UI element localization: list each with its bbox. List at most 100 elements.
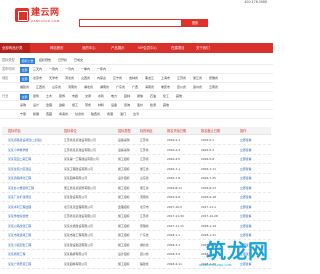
nav-products[interactable]: 产品展示 — [111, 43, 125, 53]
filter-option[interactable]: 劳务 — [85, 101, 91, 110]
filter-option[interactable]: 市政 — [72, 92, 78, 101]
filter-option[interactable]: 采购 — [20, 101, 26, 110]
filter-option[interactable]: 水利 — [98, 92, 104, 101]
project-link[interactable]: 某某厂房扩建项目 — [8, 193, 62, 202]
filter-option[interactable]: 一月内 — [65, 65, 74, 74]
filter-option[interactable]: 广东省 — [116, 83, 125, 92]
filter-option[interactable]: 监理 — [46, 101, 52, 110]
project-link[interactable]: 某某小学教学楼 — [8, 146, 62, 155]
filter-option[interactable]: 台湾 — [133, 110, 139, 119]
filter-option[interactable]: 江西省 — [36, 83, 45, 92]
table-row[interactable]: 某某水利工程监理 北京某某监理有限公司 监理招标 北京市 2017-10-5 2017-1… — [2, 203, 271, 212]
filter-option[interactable]: 全部 — [20, 66, 30, 73]
nav-all-categories[interactable]: 全部商品分类 — [0, 43, 30, 53]
filter-option[interactable]: 内蒙古 — [97, 74, 106, 83]
table-row[interactable]: 某某办公楼装修工程 浙江省某某装饰有限公司 施工招标 浙江省 2016-8-11 2016… — [2, 184, 271, 193]
filter-option[interactable]: 土木 — [46, 92, 52, 101]
filter-option[interactable]: 北京市 — [33, 74, 42, 83]
project-link[interactable]: 某某公路改建工程 — [8, 222, 62, 231]
filter-option[interactable]: 园林 — [124, 92, 130, 101]
filter-option[interactable]: 山东省 — [52, 83, 61, 92]
view-detail-link[interactable]: 立即查看 — [240, 203, 264, 212]
table-row[interactable]: 某某道路绿化工程 某某园林有限公司 设计招标 山东省 2016-7-8 2016-7-25… — [2, 174, 271, 183]
view-detail-link[interactable]: 立即查看 — [240, 212, 264, 221]
table-row[interactable]: 某某学校综合楼 江苏省某某建设有限公司 施工招标 江苏省 2017-11-30 2017-… — [2, 212, 271, 221]
filter-option[interactable]: 新疆 — [33, 110, 39, 119]
filter-option[interactable]: 石油 — [150, 92, 156, 101]
filter-option[interactable]: 湖北省 — [84, 83, 93, 92]
filter-option[interactable]: 招标预告 — [39, 56, 51, 65]
search-button[interactable]: 搜索 — [182, 19, 208, 27]
filter-option[interactable]: 三天内 — [33, 65, 42, 74]
filter-option[interactable]: 宁夏 — [20, 110, 26, 119]
table-row[interactable]: 某某道路建设项目(二标段) 江苏省某某建设有限公司 设备采购 江苏省 2016-4-1 2… — [2, 136, 271, 145]
project-link[interactable]: 某某广场景观工程 — [8, 260, 62, 269]
project-link[interactable]: 某某市政道路工程 — [8, 231, 62, 240]
view-detail-link[interactable]: 立即查看 — [240, 222, 264, 231]
filter-option[interactable]: 一季内 — [81, 65, 90, 74]
filter-option[interactable]: 辽宁省 — [113, 74, 122, 83]
nav-about[interactable]: 关于我们 — [196, 43, 210, 53]
filter-option[interactable]: 招标公告 — [20, 57, 36, 64]
filter-option[interactable]: 交通 — [85, 92, 91, 101]
view-detail-link[interactable]: 立即查看 — [240, 136, 264, 145]
view-detail-link[interactable]: 立即查看 — [240, 155, 264, 164]
filter-option[interactable]: 江苏省 — [177, 74, 186, 83]
filter-option[interactable]: 检测 — [150, 101, 156, 110]
project-link[interactable]: 某某桥梁工程 — [8, 250, 62, 259]
filter-option[interactable]: 材料 — [98, 101, 104, 110]
filter-option[interactable]: 西藏 — [46, 110, 52, 119]
project-link[interactable]: 某某住宅小区建设 — [8, 165, 62, 174]
table-row[interactable]: 某某公路改建工程 某某交通建设有限公司 施工招标 安徽省 2017-11-11 2018-… — [2, 222, 271, 231]
table-row[interactable]: 某某厂房扩建项目 某某建设有限公司 施工招标 河南省 2016-9-8 2016-9-18… — [2, 193, 271, 202]
filter-option[interactable]: 黑龙江 — [145, 74, 154, 83]
filter-option[interactable]: 河南省 — [68, 83, 77, 92]
filter-option[interactable]: 贵州省 — [193, 83, 202, 92]
filter-option[interactable]: 安徽省 — [209, 74, 218, 83]
filter-option[interactable]: 化工 — [163, 92, 169, 101]
filter-option[interactable]: 咨询 — [124, 101, 130, 110]
filter-option[interactable]: 已成交 — [74, 56, 83, 65]
search-input[interactable] — [79, 19, 182, 27]
filter-option[interactable]: 福建省 — [20, 83, 29, 92]
filter-option[interactable]: 勘察 — [59, 101, 65, 110]
project-link[interactable]: 某某花园二期工程 — [8, 155, 62, 164]
filter-option[interactable]: 上海市 — [161, 74, 170, 83]
filter-option[interactable]: 造价 — [137, 101, 143, 110]
site-logo[interactable]: 建云网 JIANCLOUD.COM — [15, 6, 65, 26]
view-detail-link[interactable]: 立即查看 — [240, 146, 264, 155]
filter-option[interactable]: 天津市 — [49, 74, 58, 83]
view-detail-link[interactable]: 立即查看 — [240, 193, 264, 202]
project-link[interactable]: 某某道路建设项目(二标段) — [8, 136, 62, 145]
view-detail-link[interactable]: 立即查看 — [240, 184, 264, 193]
table-row[interactable]: 某某小学教学楼 江苏省某某建设有限公司 设备采购 江苏省 2016-4-3 2016-5-… — [2, 146, 271, 155]
filter-option[interactable]: 设备 — [111, 101, 117, 110]
filter-option[interactable]: 河北省 — [65, 74, 74, 83]
table-row[interactable]: 某某花园二期工程 某某第一工程建设有限公司 施工招标 江苏省 2016-4-5 2016-… — [2, 155, 271, 164]
nav-home[interactable]: 网站首页 — [50, 43, 64, 53]
filter-option[interactable]: 通信 — [137, 92, 143, 101]
filter-option[interactable]: 全部 — [20, 75, 30, 82]
filter-option[interactable]: 一年内 — [97, 65, 106, 74]
filter-option[interactable]: 香港 — [107, 110, 113, 119]
project-link[interactable]: 某某水利工程监理 — [8, 203, 62, 212]
filter-option[interactable]: 湖南省 — [100, 83, 109, 92]
filter-option[interactable]: 山西省 — [81, 74, 90, 83]
filter-option[interactable]: 设计 — [33, 101, 39, 110]
filter-option[interactable]: 电力 — [111, 92, 117, 101]
filter-option[interactable]: 全部 — [20, 93, 30, 100]
project-link[interactable]: 某某学校综合楼 — [8, 212, 62, 221]
project-link[interactable]: 某某办公楼装修工程 — [8, 184, 62, 193]
filter-option[interactable]: 青海省 — [59, 110, 68, 119]
nav-my-center[interactable]: 我的中心 — [82, 43, 96, 53]
project-link[interactable]: 某某小区配套工程 — [8, 241, 62, 250]
filter-option[interactable]: 吉林省 — [129, 74, 138, 83]
filter-option[interactable]: 装饰 — [59, 92, 65, 101]
filter-option[interactable]: 广西 — [132, 83, 138, 92]
filter-option[interactable]: 已开标 — [58, 56, 67, 65]
filter-option[interactable]: 重庆市 — [161, 83, 170, 92]
nav-projects[interactable]: 在建项目 — [171, 43, 185, 53]
view-detail-link[interactable]: 立即查看 — [240, 165, 264, 174]
nav-vip[interactable]: VIP会员中心 — [138, 43, 157, 53]
filter-option[interactable]: 其他 — [176, 92, 182, 101]
